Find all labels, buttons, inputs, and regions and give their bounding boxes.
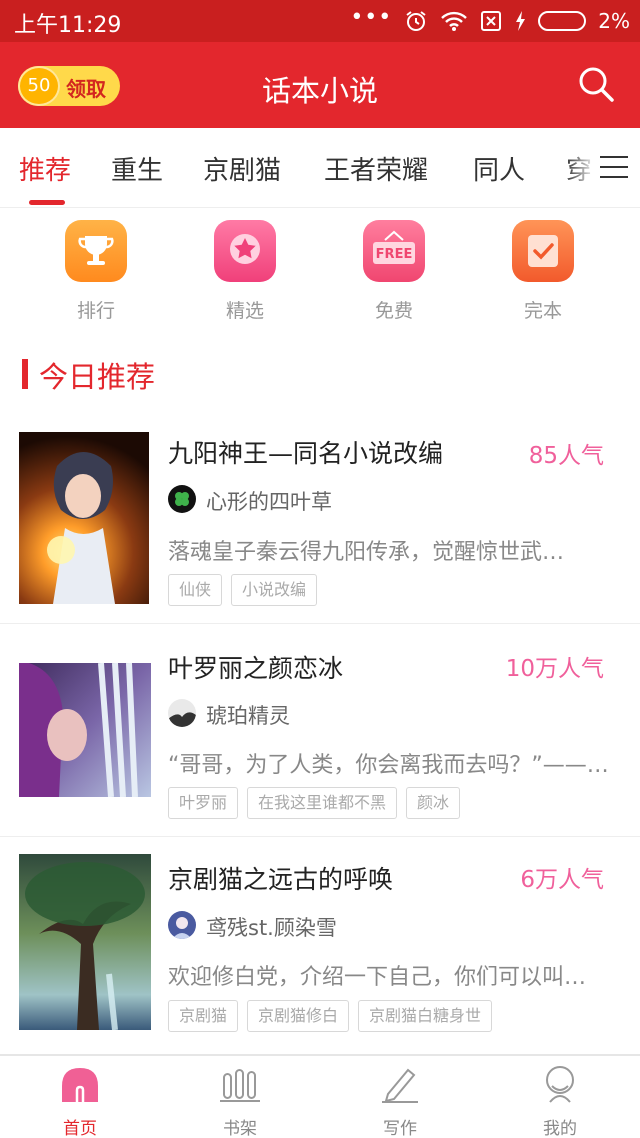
book-title[interactable]: 九阳神王—同名小说改编 (168, 434, 443, 470)
tag[interactable]: 仙侠 (168, 574, 223, 606)
battery-level: 2% (598, 9, 630, 33)
nav-home-label: 首页 (63, 1119, 97, 1138)
book-cover[interactable] (19, 432, 149, 604)
wifi-icon (441, 11, 468, 31)
battery-icon (538, 11, 587, 31)
nav-bookshelf-label: 书架 (223, 1119, 257, 1138)
author-name: 鸢残st.顾染雪 (206, 916, 337, 940)
nav-profile-label: 我的 (543, 1119, 577, 1138)
clover-icon (175, 492, 189, 506)
completed-label: 完本 (523, 300, 562, 322)
tag[interactable]: 京剧猫修白 (247, 1000, 350, 1032)
completed-entry[interactable]: 完本 (498, 220, 588, 323)
book-title[interactable]: 叶罗丽之颜恋冰 (168, 649, 343, 685)
pen-icon (380, 1064, 420, 1104)
tag[interactable]: 在我这里谁都不黑 (247, 787, 398, 819)
ranking-label: 排行 (76, 300, 115, 322)
tag[interactable]: 京剧猫 (168, 1000, 239, 1032)
trophy-icon (65, 220, 127, 282)
nav-bookshelf[interactable]: 书架 (180, 1064, 300, 1138)
charging-icon (516, 11, 526, 31)
status-bar: 上午11:29 ••• 2% (0, 0, 640, 42)
more-dots-icon: ••• (350, 4, 393, 30)
free-icon: FREE (363, 220, 425, 282)
menu-icon-line (600, 156, 628, 158)
nav-profile[interactable]: 我的 (500, 1064, 620, 1138)
book-description: 欢迎修白党，介绍一下自己，你们可以叫… (168, 965, 587, 990)
category-menu-button[interactable] (596, 152, 630, 182)
book-title[interactable]: 京剧猫之远古的呼唤 (168, 860, 393, 896)
free-label: 免费 (374, 300, 413, 322)
sim-icon (481, 11, 502, 31)
status-icons: ••• 2% (350, 4, 630, 36)
search-button[interactable] (576, 64, 616, 104)
app-header: 50 领取 话本小说 (0, 42, 640, 128)
popularity-count: 10万人气 (505, 656, 604, 682)
book-cover[interactable] (19, 663, 151, 797)
featured-label: 精选 (225, 300, 264, 322)
bottom-nav: 首页 书架 写作 我的 (0, 1054, 640, 1138)
book-item[interactable]: 九阳神王—同名小说改编 85人气 心形的四叶草 落魂皇子秦云得九阳传承，觉醒惊世… (0, 418, 640, 624)
profile-icon (540, 1064, 580, 1104)
menu-icon-line (600, 166, 628, 168)
quick-entries: 排行 精选 FREE 免费 完本 (0, 210, 640, 326)
tab-fade (566, 138, 596, 194)
book-description: “哥哥，为了人类，你会离我而去吗？”——… (168, 753, 609, 778)
tab-opera-cat[interactable]: 京剧猫 (203, 150, 281, 187)
status-time: 上午11:29 (14, 13, 122, 38)
section-accent-bar (22, 359, 28, 389)
author-name: 心形的四叶草 (206, 490, 332, 514)
author-avatar (168, 911, 196, 939)
nav-home[interactable]: 首页 (20, 1064, 140, 1138)
book-description: 落魂皇子秦云得九阳传承，觉醒惊世武… (168, 540, 565, 565)
menu-icon-line (600, 176, 628, 178)
active-tab-indicator (29, 200, 65, 205)
free-entry[interactable]: FREE 免费 (349, 220, 439, 323)
star-icon (214, 220, 276, 282)
tab-honor-of-kings[interactable]: 王者荣耀 (324, 150, 428, 187)
free-badge-text: FREE (376, 247, 413, 262)
nav-write[interactable]: 写作 (340, 1064, 460, 1138)
book-item[interactable]: 叶罗丽之颜恋冰 10万人气 琥珀精灵 “哥哥，为了人类，你会离我而去吗？”——…… (0, 625, 640, 837)
tag-list: 京剧猫 京剧猫修白 京剧猫白糖身世 (168, 1000, 493, 1032)
tab-rebirth[interactable]: 重生 (111, 150, 163, 187)
tag-list: 仙侠 小说改编 (168, 574, 318, 606)
author-name: 琥珀精灵 (206, 704, 290, 728)
tag[interactable]: 小说改编 (231, 574, 318, 606)
home-icon (60, 1064, 100, 1104)
ranking-entry[interactable]: 排行 (51, 220, 141, 323)
category-tabs: 推荐 重生 京剧猫 王者荣耀 同人 穿 (0, 128, 640, 208)
tag[interactable]: 叶罗丽 (168, 787, 239, 819)
author-avatar (168, 485, 196, 513)
popularity-count: 6万人气 (520, 867, 604, 893)
nav-write-label: 写作 (383, 1119, 417, 1138)
bookshelf-icon (220, 1064, 260, 1104)
app-title: 话本小说 (261, 74, 378, 108)
alarm-icon (406, 11, 426, 31)
book-item[interactable]: 京剧猫之远古的呼唤 6万人气 鸢残st.顾染雪 欢迎修白党，介绍一下自己，你们可… (0, 838, 640, 1050)
tag[interactable]: 颜冰 (406, 787, 461, 819)
popularity-count: 85人气 (528, 443, 604, 469)
book-cover[interactable] (19, 854, 151, 1030)
tag[interactable]: 京剧猫白糖身世 (358, 1000, 493, 1032)
featured-entry[interactable]: 精选 (200, 220, 290, 323)
section-title: 今日推荐 (39, 360, 156, 394)
search-icon (579, 67, 614, 102)
tag-list: 叶罗丽 在我这里谁都不黑 颜冰 (168, 787, 461, 819)
tab-recommend[interactable]: 推荐 (19, 150, 71, 187)
tab-fanfic[interactable]: 同人 (473, 150, 525, 187)
author-avatar (168, 699, 196, 727)
check-icon (512, 220, 574, 282)
